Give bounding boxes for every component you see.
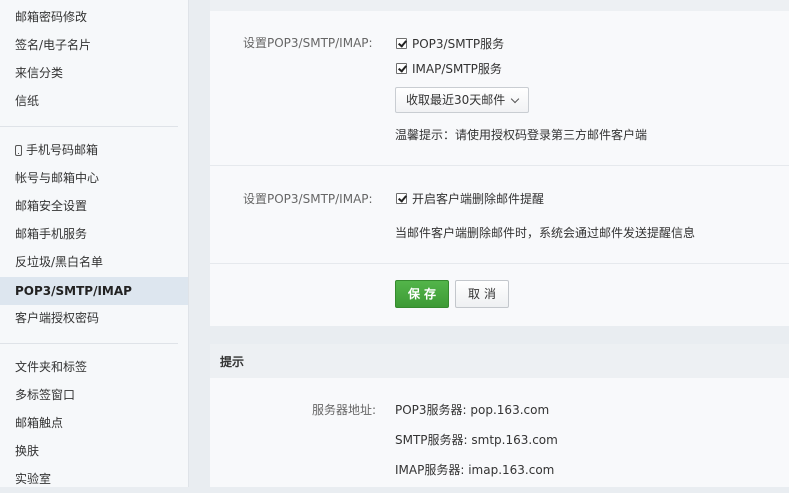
sidebar-item-mail-touchpoint[interactable]: 邮箱触点 — [0, 409, 188, 437]
imap-smtp-checkbox[interactable] — [396, 63, 407, 74]
sidebar-item-pop3-smtp-imap[interactable]: POP3/SMTP/IMAP — [0, 277, 188, 305]
tips-header — [210, 344, 789, 378]
sidebar-divider — [0, 126, 178, 127]
pop3-server-address: POP3服务器: pop.163.com — [395, 403, 550, 417]
sidebar-item-multi-tab[interactable]: 多标签窗口 — [0, 381, 188, 409]
sidebar-divider — [0, 343, 178, 344]
sidebar-item-security[interactable]: 邮箱安全设置 — [0, 192, 188, 220]
pop3-setting-label: 设置POP3/SMTP/IMAP: — [243, 36, 373, 50]
server-address-label: 服务器地址: — [312, 403, 377, 417]
delete-alert-setting-label: 设置POP3/SMTP/IMAP: — [243, 192, 373, 206]
sidebar-item-mail-filter[interactable]: 来信分类 — [0, 59, 188, 87]
imap-server-address: IMAP服务器: imap.163.com — [395, 463, 555, 477]
sidebar-item-stationery[interactable]: 信纸 — [0, 87, 188, 115]
sidebar-item-client-auth-code[interactable]: 客户端授权密码 — [0, 304, 188, 332]
sidebar-item-label: 手机号码邮箱 — [26, 143, 99, 157]
pop3-smtp-label: POP3/SMTP服务 — [412, 37, 505, 51]
sidebar-item-lab[interactable]: 实验室 — [0, 465, 188, 493]
delete-alert-description: 当邮件客户端删除邮件时，系统会通过邮件发送提醒信息 — [395, 226, 696, 240]
chevron-down-icon — [510, 94, 520, 104]
delete-alert-checkbox[interactable] — [396, 193, 407, 204]
tips-title: 提示 — [220, 355, 245, 369]
delete-alert-label: 开启客户端删除邮件提醒 — [412, 192, 545, 206]
section-divider — [210, 263, 789, 264]
sidebar-item-mobile-service[interactable]: 邮箱手机服务 — [0, 220, 188, 248]
section-divider — [210, 165, 789, 166]
pop3-smtp-checkbox[interactable] — [396, 38, 407, 49]
settings-panel — [210, 11, 789, 326]
imap-smtp-label: IMAP/SMTP服务 — [412, 62, 502, 76]
mobile-phone-icon — [15, 145, 22, 156]
sidebar-item-mobile-mail[interactable]: 手机号码邮箱 — [0, 136, 188, 164]
cancel-button[interactable]: 取消 — [455, 280, 509, 308]
sidebar-item-skin[interactable]: 换肤 — [0, 437, 188, 465]
sidebar-item-account-center[interactable]: 帐号与邮箱中心 — [0, 164, 188, 192]
smtp-server-address: SMTP服务器: smtp.163.com — [395, 433, 558, 447]
receive-range-value: 收取最近30天邮件 — [406, 93, 506, 107]
save-button[interactable]: 保存 — [395, 280, 449, 308]
auth-code-hint: 温馨提示：请使用授权码登录第三方邮件客户端 — [395, 128, 648, 142]
settings-sidebar: 邮箱密码修改 签名/电子名片 来信分类 信纸 手机号码邮箱 帐号与邮箱中心 邮箱… — [0, 0, 189, 487]
sidebar-item-signature[interactable]: 签名/电子名片 — [0, 31, 188, 59]
receive-range-select[interactable]: 收取最近30天邮件 — [395, 87, 529, 113]
panel-header-strip — [210, 0, 789, 11]
sidebar-item-password[interactable]: 邮箱密码修改 — [0, 3, 188, 31]
sidebar-item-folders-tags[interactable]: 文件夹和标签 — [0, 353, 188, 381]
sidebar-item-antispam[interactable]: 反垃圾/黑白名单 — [0, 248, 188, 276]
